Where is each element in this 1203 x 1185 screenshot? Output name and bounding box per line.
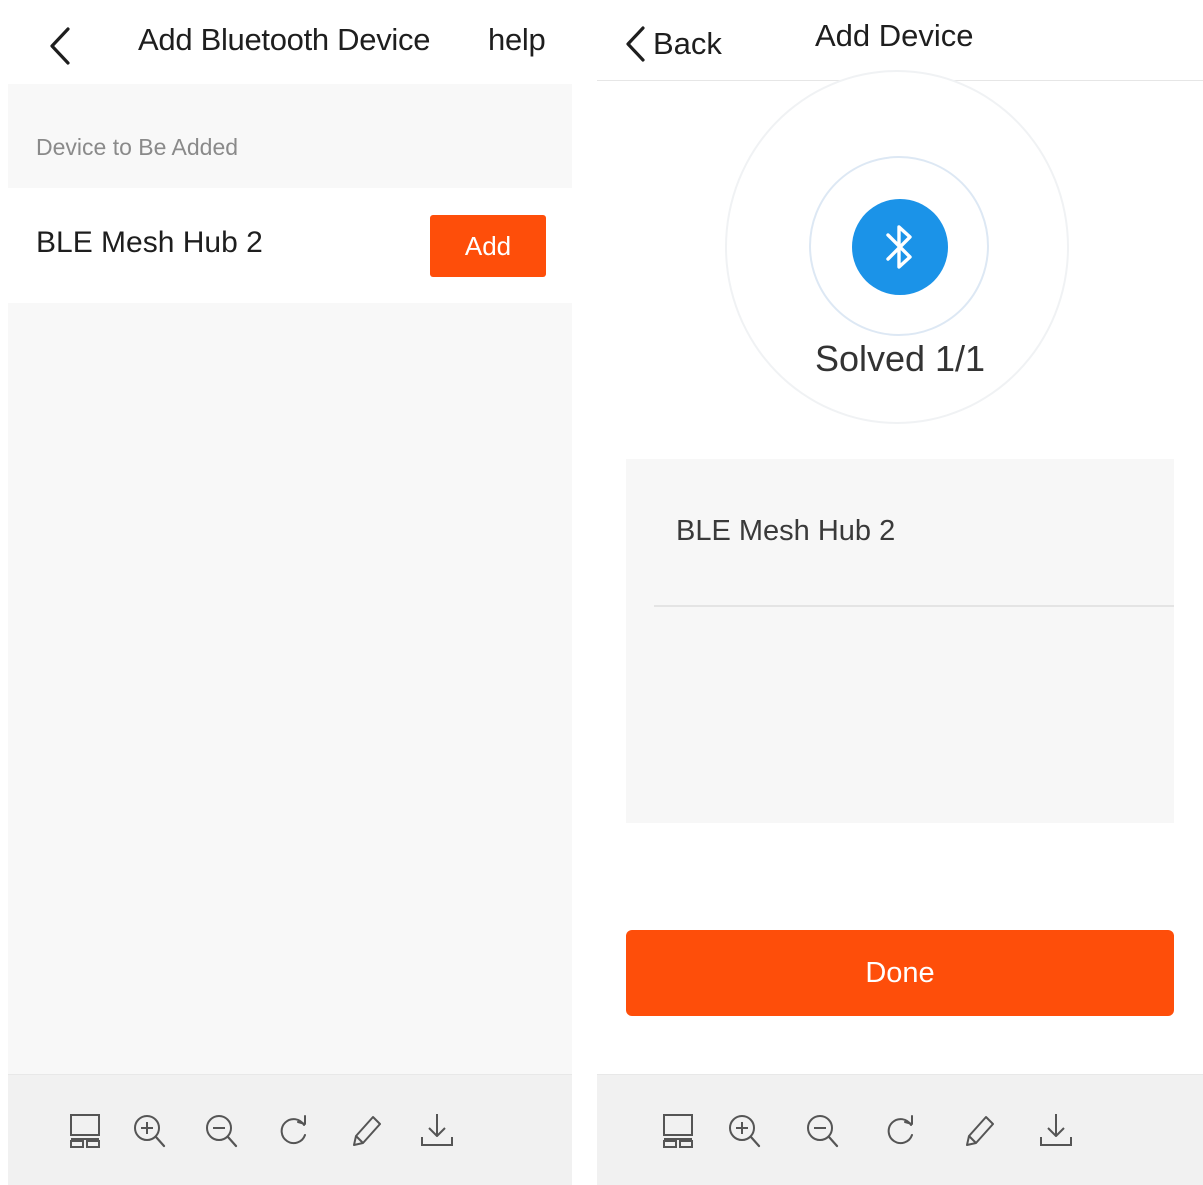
viewer-toolbar [597,1074,1203,1185]
back-label: Back [653,26,722,61]
add-bluetooth-device-screen: Add Bluetooth Device help Device to Be A… [8,8,572,1185]
nav-bar: Add Bluetooth Device help [8,8,572,84]
edit-icon[interactable] [346,1109,384,1151]
zoom-in-icon[interactable] [725,1109,763,1151]
back-chevron-icon[interactable] [44,24,84,68]
help-link[interactable]: help [488,22,546,58]
zoom-out-icon[interactable] [202,1109,240,1151]
viewer-toolbar [8,1074,572,1185]
add-device-button[interactable]: Add [430,215,546,277]
device-name: BLE Mesh Hub 2 [676,515,896,547]
screenshot-root: Add Bluetooth Device help Device to Be A… [0,0,1203,1185]
edit-icon[interactable] [959,1109,997,1151]
page-title: Add Bluetooth Device [138,22,431,57]
bluetooth-icon [852,199,948,295]
add-device-screen: Back Add Device Solved 1/1 BLE Mesh Hub … [597,8,1203,1185]
divider [654,605,1174,607]
zoom-out-icon[interactable] [803,1109,841,1151]
rotate-icon[interactable] [274,1109,312,1151]
download-icon[interactable] [418,1109,456,1151]
download-icon[interactable] [1037,1109,1075,1151]
page-title: Add Device [815,18,974,53]
back-button[interactable]: Back [623,16,733,72]
added-device-card: BLE Mesh Hub 2 [626,459,1174,823]
device-name: BLE Mesh Hub 2 [36,226,263,259]
zoom-in-icon[interactable] [130,1109,168,1151]
layout-icon[interactable] [66,1109,104,1151]
section-label: Device to Be Added [36,134,239,160]
layout-icon[interactable] [659,1109,697,1151]
chevron-left-icon [626,26,645,62]
device-list-item: BLE Mesh Hub 2 Add [8,188,572,303]
status-text: Solved 1/1 [814,338,986,379]
done-button[interactable]: Done [626,930,1174,1016]
rotate-icon[interactable] [881,1109,919,1151]
